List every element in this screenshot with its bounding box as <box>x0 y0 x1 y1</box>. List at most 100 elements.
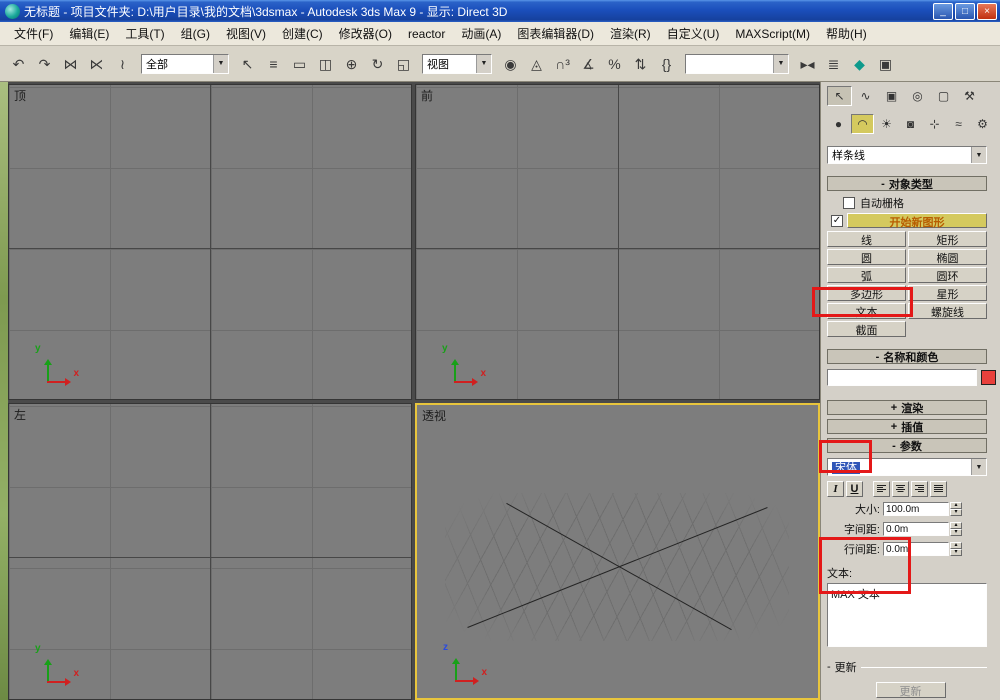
systems-category[interactable]: ⚙ <box>971 114 994 134</box>
rollout-parameters[interactable]: - 参数 <box>827 438 987 453</box>
unlink-selection-icon[interactable]: ⋉ <box>84 51 109 76</box>
angle-snap-icon[interactable]: ∡ <box>576 51 601 76</box>
rollout-rendering[interactable]: + 渲染 <box>827 400 987 415</box>
shape-button[interactable]: 圆 <box>827 249 906 265</box>
named-selection-dropdown[interactable]: ▼ <box>685 53 789 74</box>
menu-item[interactable]: 工具(T) <box>117 22 172 45</box>
menu-item[interactable]: MAXScript(M) <box>727 24 818 44</box>
hierarchy-tab[interactable]: ▣ <box>879 86 904 106</box>
reference-coordinate-dropdown[interactable]: 视图 ▼ <box>422 53 492 74</box>
menu-item[interactable]: 图表编辑器(D) <box>509 22 602 45</box>
menu-item[interactable]: 文件(F) <box>6 22 61 45</box>
menu-item[interactable]: 渲染(R) <box>602 22 659 45</box>
select-and-move-icon[interactable]: ⊕ <box>339 51 364 76</box>
select-and-link-icon[interactable]: ⋈ <box>58 51 83 76</box>
kerning-input[interactable]: 0.0m <box>883 522 949 536</box>
redo-icon[interactable]: ↷ <box>32 51 57 76</box>
object-name-input[interactable] <box>827 369 977 386</box>
window-crossing-icon[interactable]: ◫ <box>313 51 338 76</box>
spinner-up-icon[interactable]: ▴ <box>950 522 962 529</box>
mirror-icon[interactable]: ▸◂ <box>795 51 820 76</box>
title-bar[interactable]: 无标题 - 项目文件夹: D:\用户目录\我的文档\3dsmax - Autod… <box>0 0 1000 22</box>
spinner-down-icon[interactable]: ▾ <box>950 529 962 536</box>
modify-tab[interactable]: ∿ <box>853 86 878 106</box>
selection-filter-dropdown[interactable]: 全部 ▼ <box>141 53 229 74</box>
close-button[interactable]: × <box>977 2 997 20</box>
geometry-category[interactable]: ● <box>827 114 850 134</box>
shape-button[interactable]: 星形 <box>908 285 987 301</box>
menu-item[interactable]: 自定义(U) <box>659 22 728 45</box>
maximize-button[interactable]: □ <box>955 2 975 20</box>
create-tab[interactable]: ↖ <box>827 86 852 106</box>
menu-item[interactable]: 编辑(E) <box>61 22 117 45</box>
spinner-snap-icon[interactable]: ⇅ <box>628 51 653 76</box>
menu-item[interactable]: 视图(V) <box>218 22 274 45</box>
shape-button[interactable]: 多边形 <box>827 285 906 301</box>
font-dropdown[interactable]: 宋体 ▼ <box>827 458 987 476</box>
shapes-category[interactable]: ◠ <box>851 114 874 134</box>
spinner-down-icon[interactable]: ▾ <box>950 549 962 556</box>
spinner-down-icon[interactable]: ▾ <box>950 509 962 516</box>
minimize-button[interactable]: _ <box>933 2 953 20</box>
align-icon[interactable]: ≣ <box>821 51 846 76</box>
select-and-rotate-icon[interactable]: ↻ <box>365 51 390 76</box>
select-object-icon[interactable]: ↖ <box>235 51 260 76</box>
spinner-up-icon[interactable]: ▴ <box>950 502 962 509</box>
menu-item[interactable]: 帮助(H) <box>818 22 875 45</box>
shape-button[interactable]: 弧 <box>827 267 906 283</box>
cameras-category[interactable]: ◙ <box>899 114 922 134</box>
quick-render-icon[interactable]: ◆ <box>847 51 872 76</box>
motion-tab[interactable]: ◎ <box>905 86 930 106</box>
space-warps-category[interactable]: ≈ <box>947 114 970 134</box>
menu-item[interactable]: 创建(C) <box>274 22 331 45</box>
align-center-button[interactable] <box>892 481 909 497</box>
viewport-perspective[interactable]: 透视 z x <box>415 403 820 700</box>
menu-item[interactable]: 修改器(O) <box>331 22 400 45</box>
viewport-label[interactable]: 前 <box>421 87 433 104</box>
shape-button[interactable]: 文本 <box>827 303 906 319</box>
menu-item[interactable]: 动画(A) <box>453 22 509 45</box>
display-tab[interactable]: ▢ <box>931 86 956 106</box>
viewport-label[interactable]: 顶 <box>14 87 26 104</box>
update-button[interactable]: 更新 <box>875 682 946 698</box>
select-and-scale-icon[interactable]: ◱ <box>391 51 416 76</box>
menu-item[interactable]: reactor <box>400 24 453 44</box>
keyboard-shortcut-override-icon[interactable]: {} <box>654 51 679 76</box>
start-new-shape-button[interactable]: 开始新图形 <box>847 213 987 229</box>
undo-icon[interactable]: ↶ <box>6 51 31 76</box>
underline-button[interactable]: U <box>846 481 863 497</box>
bind-to-space-warp-icon[interactable]: ≀ <box>110 51 135 76</box>
utilities-tab[interactable]: ⚒ <box>957 86 982 106</box>
align-justify-button[interactable] <box>930 481 947 497</box>
italic-button[interactable]: I <box>827 481 844 497</box>
helpers-category[interactable]: ⊹ <box>923 114 946 134</box>
leading-input[interactable]: 0.0m <box>883 542 949 556</box>
shape-button[interactable]: 椭圆 <box>908 249 987 265</box>
viewport-label[interactable]: 左 <box>14 406 26 423</box>
snap-toggle-3d-icon[interactable]: ∩³ <box>550 51 575 76</box>
rectangular-selection-icon[interactable]: ▭ <box>287 51 312 76</box>
shape-button[interactable]: 线 <box>827 231 906 247</box>
shape-button[interactable]: 矩形 <box>908 231 987 247</box>
spinner-up-icon[interactable]: ▴ <box>950 542 962 549</box>
viewport-label[interactable]: 透视 <box>422 407 446 424</box>
size-input[interactable]: 100.0m <box>883 502 949 516</box>
rollout-name-and-color[interactable]: - 名称和颜色 <box>827 349 987 364</box>
percent-snap-icon[interactable]: % <box>602 51 627 76</box>
align-right-button[interactable] <box>911 481 928 497</box>
viewport-left[interactable]: 左 y x <box>8 403 412 700</box>
rollout-interpolation[interactable]: + 插值 <box>827 419 987 434</box>
text-input-area[interactable]: MAX 文本 <box>827 583 987 647</box>
menu-item[interactable]: 组(G) <box>173 22 218 45</box>
shape-type-dropdown[interactable]: 样条线 ▼ <box>827 146 987 164</box>
lights-category[interactable]: ☀ <box>875 114 898 134</box>
select-and-manipulate-icon[interactable]: ◬ <box>524 51 549 76</box>
align-left-button[interactable] <box>873 481 890 497</box>
autogrid-checkbox[interactable] <box>843 197 855 209</box>
shape-button[interactable]: 截面 <box>827 321 906 337</box>
select-by-name-icon[interactable]: ≡ <box>261 51 286 76</box>
viewport-front[interactable]: 前 y x <box>415 84 820 400</box>
rollout-object-type[interactable]: - 对象类型 <box>827 176 987 191</box>
object-color-swatch[interactable] <box>981 370 996 385</box>
render-scene-icon[interactable]: ▣ <box>873 51 898 76</box>
